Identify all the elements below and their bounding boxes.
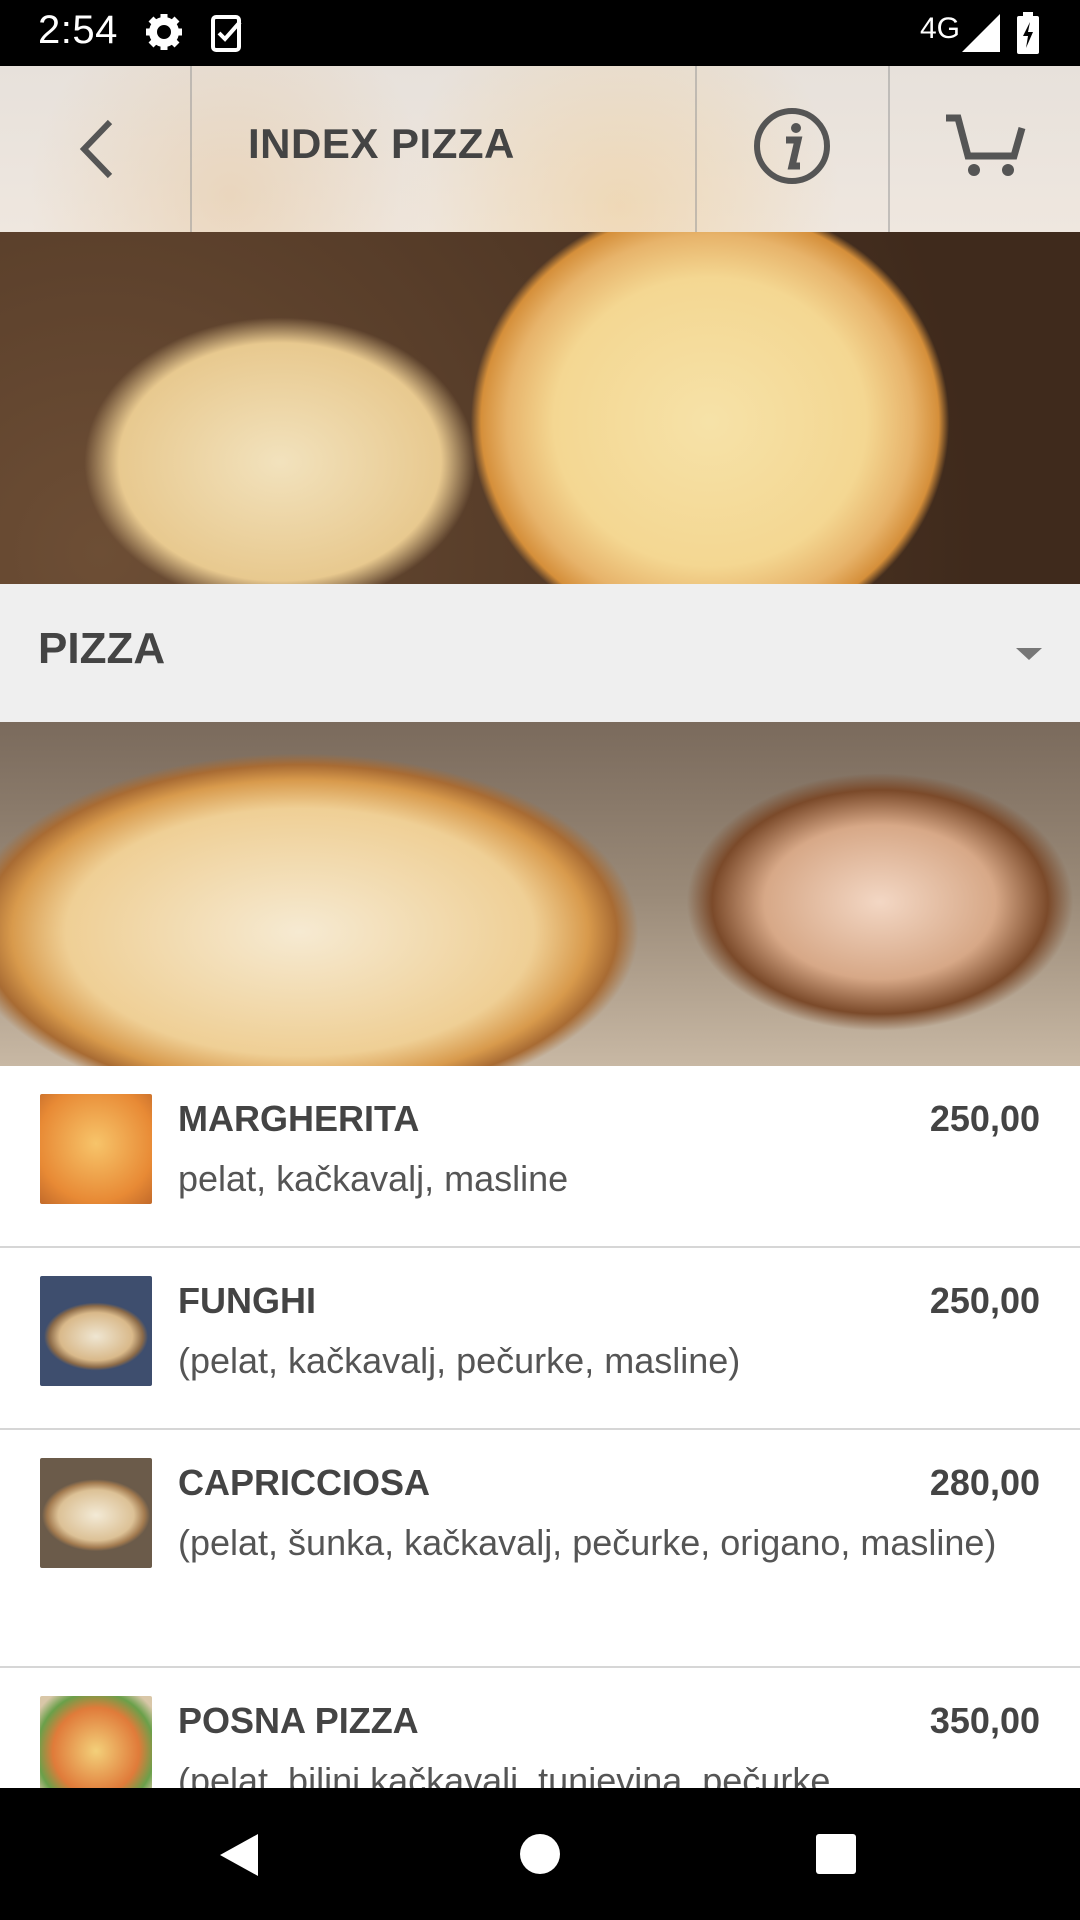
list-item[interactable]: CAPRICCIOSA 280,00 (pelat, šunka, kačkav… [0,1430,1080,1668]
navigation-bar [0,1788,1080,1920]
clipboard-check-icon [211,15,242,52]
back-button[interactable] [0,66,192,232]
network-type: 4G [920,12,961,45]
signal-icon [962,14,1000,52]
category-banner-image [0,722,1080,1066]
nav-home-icon[interactable] [520,1834,560,1874]
item-description: pelat, kačkavalj, masline [178,1158,569,1199]
category-dropdown[interactable]: PIZZA [0,584,1080,722]
list-item[interactable]: FUNGHI 250,00 (pelat, kačkavalj, pečurke… [0,1248,1080,1430]
item-name: FUNGHI [178,1280,316,1321]
dropdown-arrow-icon [1016,648,1042,660]
nav-recents-icon[interactable] [816,1834,856,1874]
item-description: (pelat, šunka, kačkavalj, pečurke, origa… [178,1522,997,1563]
info-icon [754,108,830,184]
status-bar: 2:54 4G [0,0,1080,66]
header-banner-image [0,232,1080,584]
status-time: 2:54 [38,8,118,52]
page-title: INDEX PIZZA [248,120,515,167]
back-arrow-icon [79,119,113,179]
category-label: PIZZA [38,624,166,673]
item-name: CAPRICCIOSA [178,1462,431,1503]
item-name: MARGHERITA [178,1098,420,1139]
item-description: (pelat, kačkavalj, pečurke, masline) [178,1340,741,1381]
item-name: POSNA PIZZA [178,1700,419,1741]
item-price: 350,00 [929,1700,1040,1741]
battery-charging-icon [1017,12,1039,54]
cart-button[interactable] [888,66,1080,232]
list-item[interactable]: MARGHERITA 250,00 pelat, kačkavalj, masl… [0,1066,1080,1248]
menu-list: MARGHERITA 250,00 pelat, kačkavalj, masl… [0,1066,1080,1868]
info-button[interactable] [695,66,890,232]
item-price: 280,00 [929,1462,1040,1503]
item-price: 250,00 [929,1098,1040,1139]
gear-icon [146,14,182,50]
app-header: INDEX PIZZA [0,66,1080,232]
item-price: 250,00 [929,1280,1040,1321]
nav-back-icon[interactable] [218,1832,260,1878]
cart-icon [946,114,1026,176]
